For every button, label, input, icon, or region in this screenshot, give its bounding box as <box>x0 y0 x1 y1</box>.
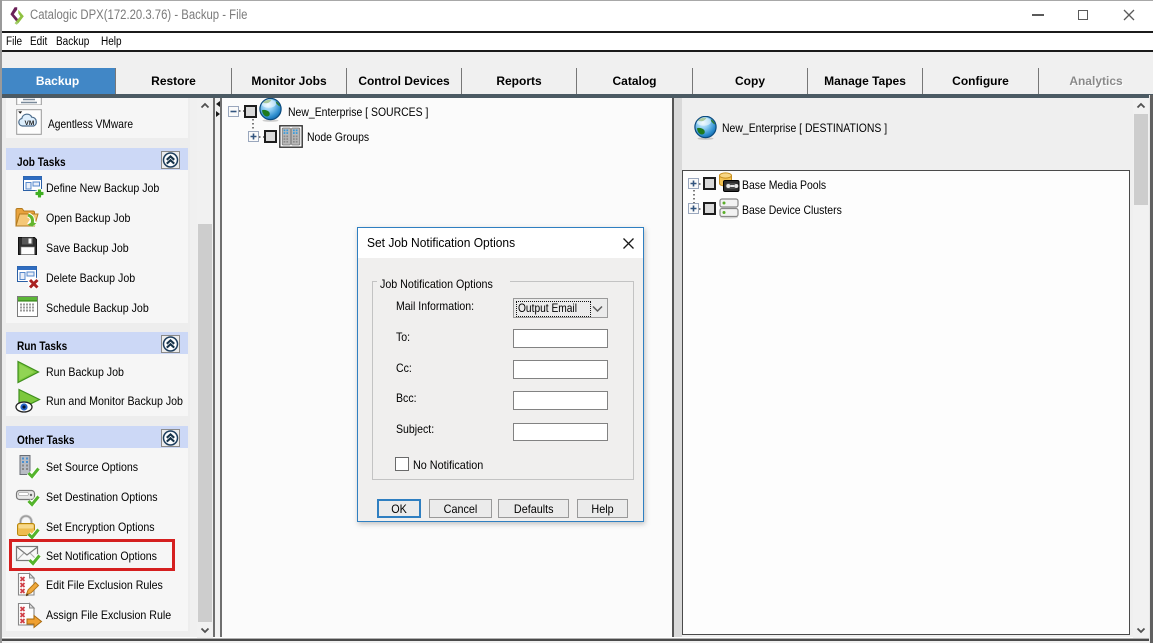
svg-text:VM: VM <box>25 120 35 127</box>
